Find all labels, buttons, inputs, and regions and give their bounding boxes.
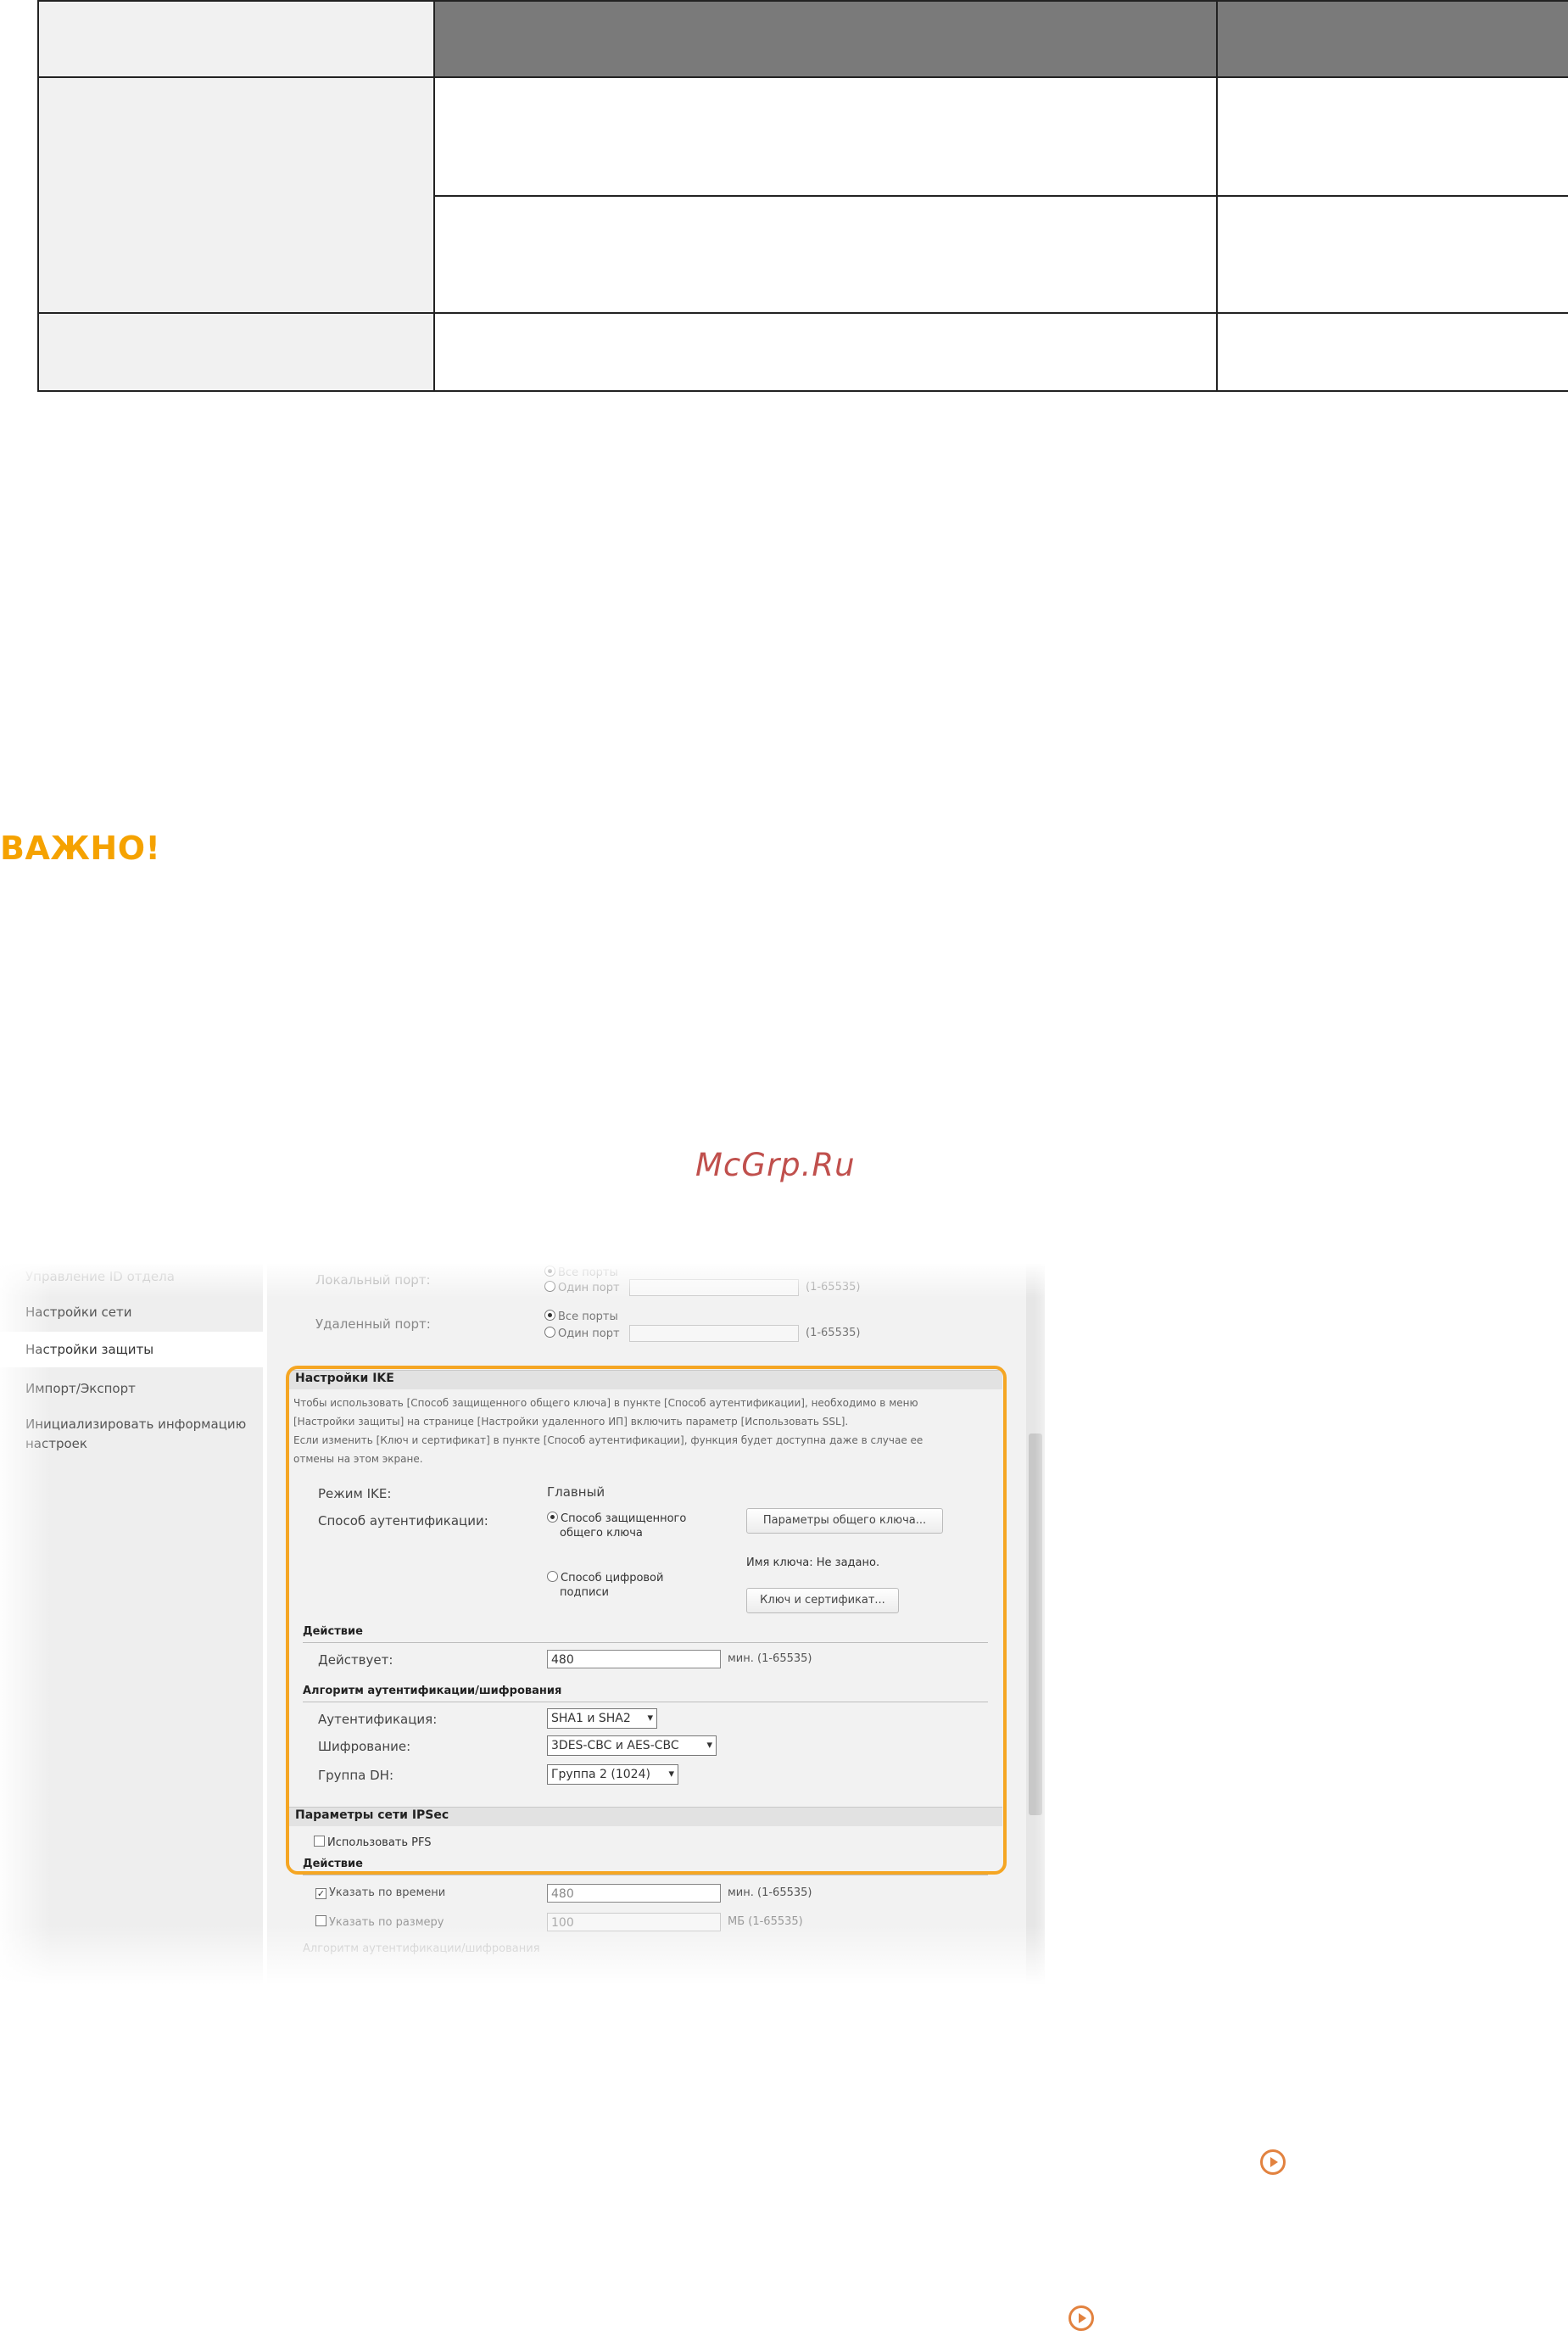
table-header-cell [1216, 0, 1568, 78]
remote-one-port-radio[interactable]: Один порт [544, 1327, 620, 1340]
psk-radio[interactable]: Способ защищенного [547, 1512, 686, 1525]
radio-icon [544, 1310, 555, 1321]
sidebar-item-import-export[interactable]: Импорт/Экспорт [25, 1379, 136, 1398]
table-cell [1216, 312, 1568, 392]
ike-description-line: [Настройки защиты] на странице [Настройк… [293, 1416, 849, 1428]
remote-all-ports-radio[interactable]: Все порты [544, 1310, 618, 1323]
ike-validity-input[interactable]: 480 [547, 1650, 721, 1668]
radio-icon [544, 1281, 555, 1292]
auth-method-label: Способ аутентификации: [318, 1513, 488, 1528]
enc-select[interactable]: 3DES-CBC и AES-CBC ▾ [547, 1735, 717, 1756]
by-size-unit: МБ (1-65535) [728, 1915, 803, 1928]
radio-icon [544, 1327, 555, 1338]
table-header-cell [433, 0, 1218, 78]
ike-description-line: Чтобы использовать [Способ защищенного о… [293, 1397, 918, 1409]
local-all-ports-radio[interactable]: Все порты [544, 1266, 618, 1279]
ike-mode-label: Режим IKE: [318, 1486, 392, 1501]
key-name-text: Имя ключа: Не задано. [746, 1556, 880, 1569]
local-one-port-radio[interactable]: Один порт [544, 1281, 620, 1294]
ike-title-bar [288, 1370, 1002, 1389]
ike-validity-label: Действует: [318, 1652, 393, 1668]
by-size-input[interactable]: 100 [547, 1913, 721, 1931]
ike-description-line: Если изменить [Ключ и сертификат] в пунк… [293, 1434, 924, 1446]
auth-select[interactable]: SHA1 и SHA2 ▾ [547, 1708, 657, 1729]
ipsec-title: Параметры сети IPSec [295, 1808, 449, 1822]
table-cell [37, 76, 435, 314]
ike-validity-unit: мин. (1-65535) [728, 1652, 812, 1665]
divider [303, 1642, 988, 1643]
pfs-checkbox[interactable]: Использовать PFS [314, 1836, 432, 1849]
sidebar-item-network[interactable]: Настройки сети [25, 1303, 131, 1322]
radio-icon [544, 1266, 555, 1277]
table-cell [433, 195, 1218, 314]
psk-settings-button[interactable]: Параметры общего ключа... [746, 1508, 943, 1534]
sidebar-item-security[interactable]: Настройки защиты [0, 1332, 263, 1367]
signature-radio-line2: подписи [560, 1586, 609, 1599]
sidebar: Управление ID отдела Настройки сети Наст… [0, 1264, 263, 1985]
ipsec-validity-section: Действие [303, 1858, 363, 1870]
settings-table [37, 0, 1568, 392]
ike-validity-section: Действие [303, 1625, 363, 1638]
ike-title: Настройки IKE [295, 1372, 394, 1385]
scrollbar[interactable] [1026, 1264, 1045, 1985]
chevron-down-icon: ▾ [668, 1768, 674, 1780]
checkmark-icon: ✓ [315, 1888, 326, 1899]
by-time-input[interactable]: 480 [547, 1884, 721, 1903]
table-cell [433, 76, 1218, 197]
ike-mode-value: Главный [547, 1484, 605, 1500]
local-port-input[interactable] [629, 1279, 799, 1296]
radio-icon [547, 1512, 558, 1523]
radio-icon [547, 1571, 558, 1582]
table-header-cell [37, 0, 435, 78]
psk-radio-line2: общего ключа [560, 1527, 643, 1540]
dh-select[interactable]: Группа 2 (1024) ▾ [547, 1764, 678, 1785]
arrow-right-circle-icon[interactable] [1260, 2149, 1286, 2175]
signature-radio[interactable]: Способ цифровой [547, 1571, 663, 1584]
sidebar-item-department-id[interactable]: Управление ID отдела [25, 1267, 175, 1286]
key-cert-button[interactable]: Ключ и сертификат... [746, 1588, 899, 1613]
local-port-range: (1-65535) [806, 1281, 861, 1294]
ike-description-line: отмены на этом экране. [293, 1453, 423, 1465]
table-cell [433, 312, 1218, 392]
enc-label: Шифрование: [318, 1739, 411, 1754]
checkbox-icon [314, 1836, 325, 1847]
table-cell [37, 312, 435, 392]
by-time-unit: мин. (1-65535) [728, 1886, 812, 1899]
embedded-screenshot: Управление ID отдела Настройки сети Наст… [0, 1264, 1060, 1985]
sidebar-item-init-settings[interactable]: Инициализировать информацию настроек [25, 1415, 254, 1454]
arrow-right-circle-icon[interactable] [1069, 2305, 1094, 2331]
scrollbar-thumb[interactable] [1029, 1433, 1042, 1815]
remote-port-range: (1-65535) [806, 1327, 861, 1339]
chevron-down-icon: ▾ [706, 1739, 712, 1752]
checkbox-icon [315, 1915, 326, 1926]
table-cell [1216, 76, 1568, 197]
by-time-checkbox[interactable]: ✓ Указать по времени [315, 1886, 445, 1899]
dh-label: Группа DH: [318, 1768, 394, 1783]
ipsec-algo-section: Алгоритм аутентификации/шифрования [303, 1942, 540, 1955]
auth-label: Аутентификация: [318, 1712, 438, 1727]
remote-port-label: Удаленный порт: [315, 1316, 431, 1332]
watermark: McGrp.Ru [695, 1147, 856, 1183]
by-size-checkbox[interactable]: Указать по размеру [315, 1915, 444, 1929]
important-heading: ВАЖНО! [0, 830, 161, 867]
chevron-down-icon: ▾ [647, 1712, 653, 1724]
ike-algo-section: Алгоритм аутентификации/шифрования [303, 1685, 562, 1697]
remote-port-input[interactable] [629, 1325, 799, 1342]
table-cell [1216, 195, 1568, 314]
local-port-label: Локальный порт: [315, 1272, 431, 1288]
